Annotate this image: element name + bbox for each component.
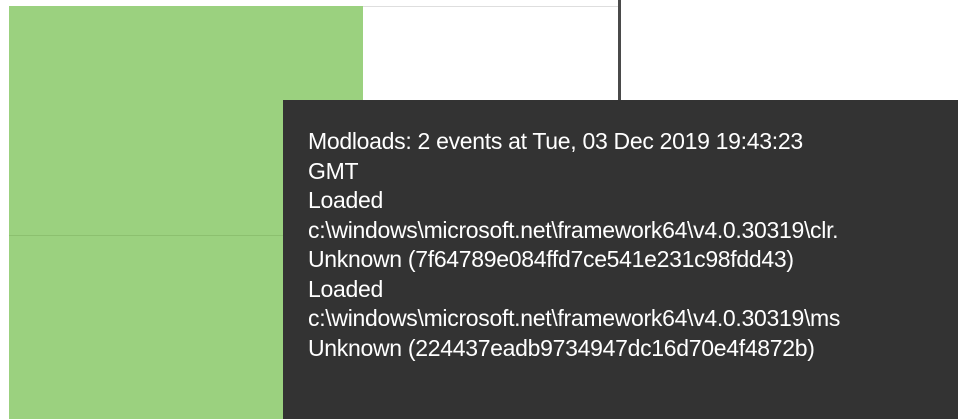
tooltip-event-1-hash: Unknown (7f64789e084ffd7ce541e231c98fdd4… (308, 246, 794, 272)
tooltip-event-1-path: c:\windows\microsoft.net\framework64\v4.… (308, 216, 839, 243)
tooltip-event-1-status: Loaded (308, 187, 383, 213)
chart-top-border (363, 6, 619, 7)
event-tooltip: Modloads: 2 events at Tue, 03 Dec 2019 1… (283, 100, 958, 419)
tooltip-summary-line: Modloads: 2 events at Tue, 03 Dec 2019 1… (308, 128, 803, 154)
time-cursor-line (618, 0, 621, 100)
tooltip-event-2-hash: Unknown (224437eadb9734947dc16d70e4f4872… (308, 334, 815, 361)
tooltip-event-2-path: c:\windows\microsoft.net\framework64\v4.… (308, 305, 841, 331)
tooltip-timezone-line: GMT (308, 157, 359, 184)
tooltip-event-2-status: Loaded (308, 275, 383, 302)
